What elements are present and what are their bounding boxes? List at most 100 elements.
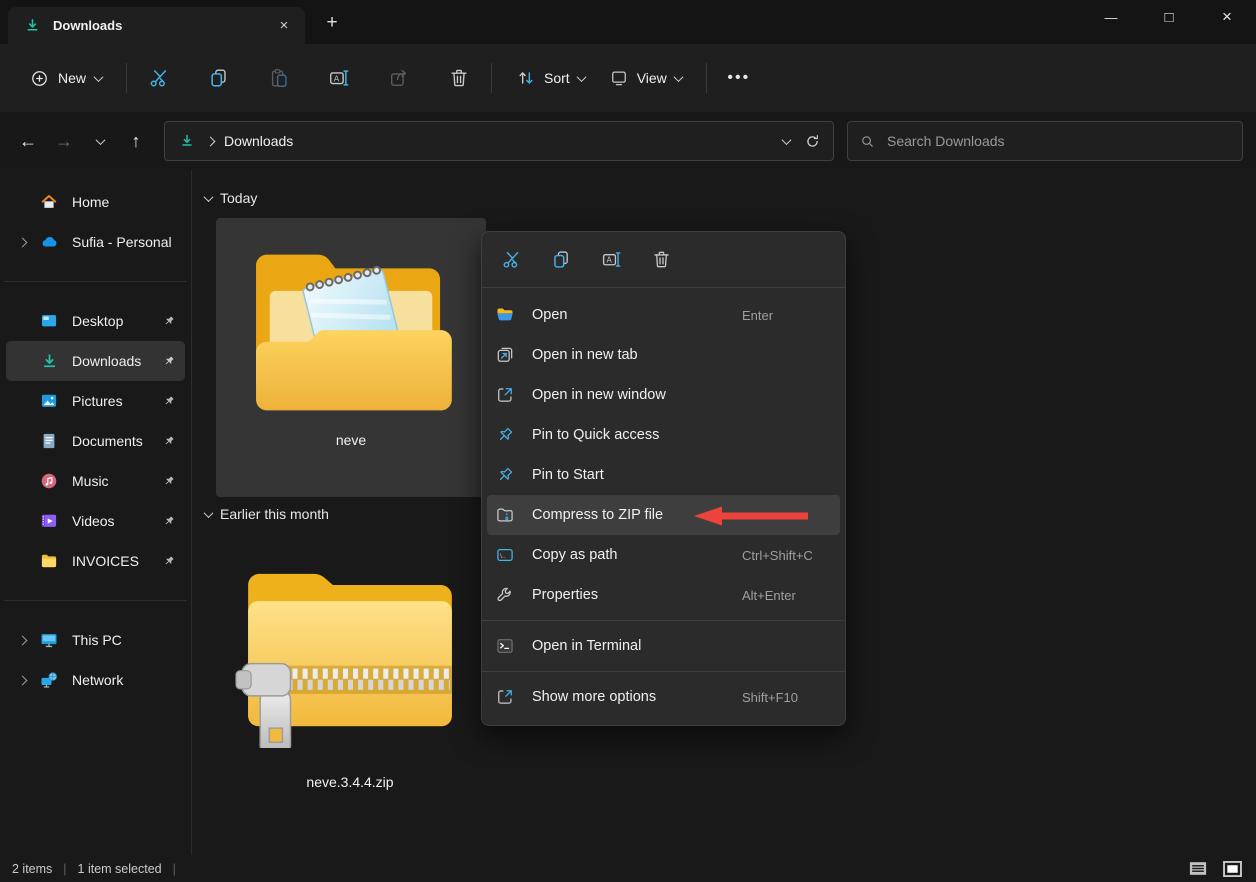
toolbar-separator bbox=[126, 63, 127, 93]
delete-button[interactable] bbox=[439, 58, 479, 98]
zip-folder-icon bbox=[234, 550, 466, 748]
group-header-today[interactable]: Today bbox=[205, 190, 257, 206]
paste-button[interactable] bbox=[259, 58, 299, 98]
file-explorer-window: Downloads × + — □ × New bbox=[0, 0, 1256, 882]
network-icon bbox=[38, 669, 60, 691]
chevron-down-icon bbox=[95, 135, 105, 145]
minimize-button[interactable]: — bbox=[1082, 0, 1140, 34]
sidebar-separator bbox=[4, 281, 187, 282]
show-more-icon bbox=[494, 687, 516, 707]
onedrive-icon bbox=[38, 231, 60, 253]
search-input[interactable] bbox=[887, 133, 1207, 149]
menu-item-open-in-new-window[interactable]: Open in new window bbox=[482, 375, 845, 415]
items-count: 2 items bbox=[12, 862, 52, 876]
open-new-tab-icon bbox=[494, 345, 516, 365]
address-dropdown-icon[interactable] bbox=[782, 135, 792, 145]
menu-item-open[interactable]: Open Enter bbox=[482, 295, 845, 335]
close-button[interactable]: × bbox=[1198, 0, 1256, 34]
back-button[interactable]: ← bbox=[10, 123, 46, 159]
file-tile-neve-zip[interactable]: neve.3.4.4.zip bbox=[230, 542, 470, 820]
menu-item-pin-to-quick-access[interactable]: Pin to Quick access bbox=[482, 415, 845, 455]
title-bar: Downloads × + — □ × bbox=[0, 0, 1256, 44]
sidebar-item-invoices[interactable]: INVOICES bbox=[6, 541, 185, 581]
details-view-icon bbox=[1189, 861, 1207, 876]
tab-downloads[interactable]: Downloads × bbox=[8, 7, 305, 44]
menu-item-open-in-terminal[interactable]: Open in Terminal bbox=[482, 626, 845, 666]
share-button[interactable] bbox=[379, 58, 419, 98]
maximize-button[interactable]: □ bbox=[1140, 0, 1198, 34]
copy-path-icon: \.. bbox=[494, 545, 516, 565]
menu-item-open-in-new-tab[interactable]: Open in new tab bbox=[482, 335, 845, 375]
rename-button[interactable]: A bbox=[319, 58, 359, 98]
chevron-down-icon bbox=[204, 508, 214, 518]
share-icon bbox=[388, 67, 410, 89]
delete-icon bbox=[651, 249, 672, 270]
sidebar-item-documents[interactable]: Documents bbox=[6, 421, 185, 461]
sidebar-item-this-pc[interactable]: This PC bbox=[6, 620, 185, 660]
file-tile-neve[interactable]: neve bbox=[216, 218, 486, 497]
more-options-button[interactable]: ••• bbox=[719, 58, 759, 98]
history-dropdown-button[interactable] bbox=[82, 123, 118, 159]
chevron-down-icon bbox=[576, 72, 586, 82]
copy-button[interactable] bbox=[543, 242, 579, 278]
address-bar[interactable]: Downloads bbox=[164, 121, 834, 161]
breadcrumb[interactable]: Downloads bbox=[224, 133, 293, 149]
tab-close-icon[interactable]: × bbox=[271, 13, 297, 39]
copy-button[interactable] bbox=[199, 58, 239, 98]
address-row: ← → ↑ Downloads bbox=[0, 112, 1256, 170]
sidebar-item-home[interactable]: Home bbox=[6, 182, 185, 222]
rename-button[interactable]: A bbox=[593, 242, 629, 278]
menu-item-copy-as-path[interactable]: \.. Copy as path Ctrl+Shift+C bbox=[482, 535, 845, 575]
sort-button[interactable]: Sort bbox=[504, 60, 597, 96]
sidebar-item-videos[interactable]: Videos bbox=[6, 501, 185, 541]
refresh-icon[interactable] bbox=[804, 133, 821, 150]
group-header-earlier-this-month[interactable]: Earlier this month bbox=[205, 506, 329, 522]
cut-icon bbox=[501, 249, 522, 270]
annotation-arrow bbox=[692, 504, 810, 528]
zip-folder-icon bbox=[494, 505, 516, 525]
details-view-button[interactable] bbox=[1186, 859, 1210, 879]
file-name: neve bbox=[336, 432, 366, 448]
open-folder-icon bbox=[494, 305, 516, 325]
sidebar-item-downloads[interactable]: Downloads bbox=[6, 341, 185, 381]
menu-item-pin-to-start[interactable]: Pin to Start bbox=[482, 455, 845, 495]
sidebar-item-desktop[interactable]: Desktop bbox=[6, 301, 185, 341]
svg-text:A: A bbox=[606, 256, 612, 265]
menu-item-properties[interactable]: Properties Alt+Enter bbox=[482, 575, 845, 615]
search-box[interactable] bbox=[847, 121, 1243, 161]
status-bar: 2 items | 1 item selected | bbox=[0, 855, 1256, 882]
pin-icon bbox=[161, 434, 177, 448]
pictures-icon bbox=[38, 390, 60, 412]
sidebar-item-pictures[interactable]: Pictures bbox=[6, 381, 185, 421]
up-button[interactable]: ↑ bbox=[118, 123, 154, 159]
rename-icon: A bbox=[601, 249, 622, 270]
videos-icon bbox=[38, 510, 60, 532]
toolbar-separator bbox=[491, 63, 492, 93]
new-button[interactable]: New bbox=[18, 61, 114, 96]
cut-button[interactable] bbox=[139, 58, 179, 98]
large-icons-view-button[interactable] bbox=[1220, 859, 1244, 879]
sidebar-item-network[interactable]: Network bbox=[6, 660, 185, 700]
pin-icon bbox=[161, 554, 177, 568]
pin-icon bbox=[161, 394, 177, 408]
large-icons-view-icon bbox=[1223, 861, 1242, 877]
view-button-label: View bbox=[637, 70, 667, 86]
sort-icon bbox=[516, 68, 536, 88]
menu-item-show-more-options[interactable]: Show more options Shift+F10 bbox=[482, 677, 845, 717]
rename-icon: A bbox=[328, 67, 350, 89]
new-tab-button[interactable]: + bbox=[315, 6, 349, 40]
cut-button[interactable] bbox=[493, 242, 529, 278]
navigation-pane: Home Sufia - Personal bbox=[0, 170, 192, 855]
window-controls: — □ × bbox=[1082, 0, 1256, 44]
shortcut: Ctrl+Shift+C bbox=[742, 548, 813, 563]
sidebar-item-onedrive[interactable]: Sufia - Personal bbox=[6, 222, 185, 262]
view-button[interactable]: View bbox=[597, 60, 694, 96]
pin-icon bbox=[494, 465, 516, 485]
delete-button[interactable] bbox=[643, 242, 679, 278]
forward-button[interactable]: → bbox=[46, 123, 82, 159]
sidebar-item-music[interactable]: Music bbox=[6, 461, 185, 501]
chevron-down-icon bbox=[204, 192, 214, 202]
desktop-icon bbox=[38, 310, 60, 332]
shortcut: Enter bbox=[742, 308, 773, 323]
music-icon bbox=[38, 470, 60, 492]
